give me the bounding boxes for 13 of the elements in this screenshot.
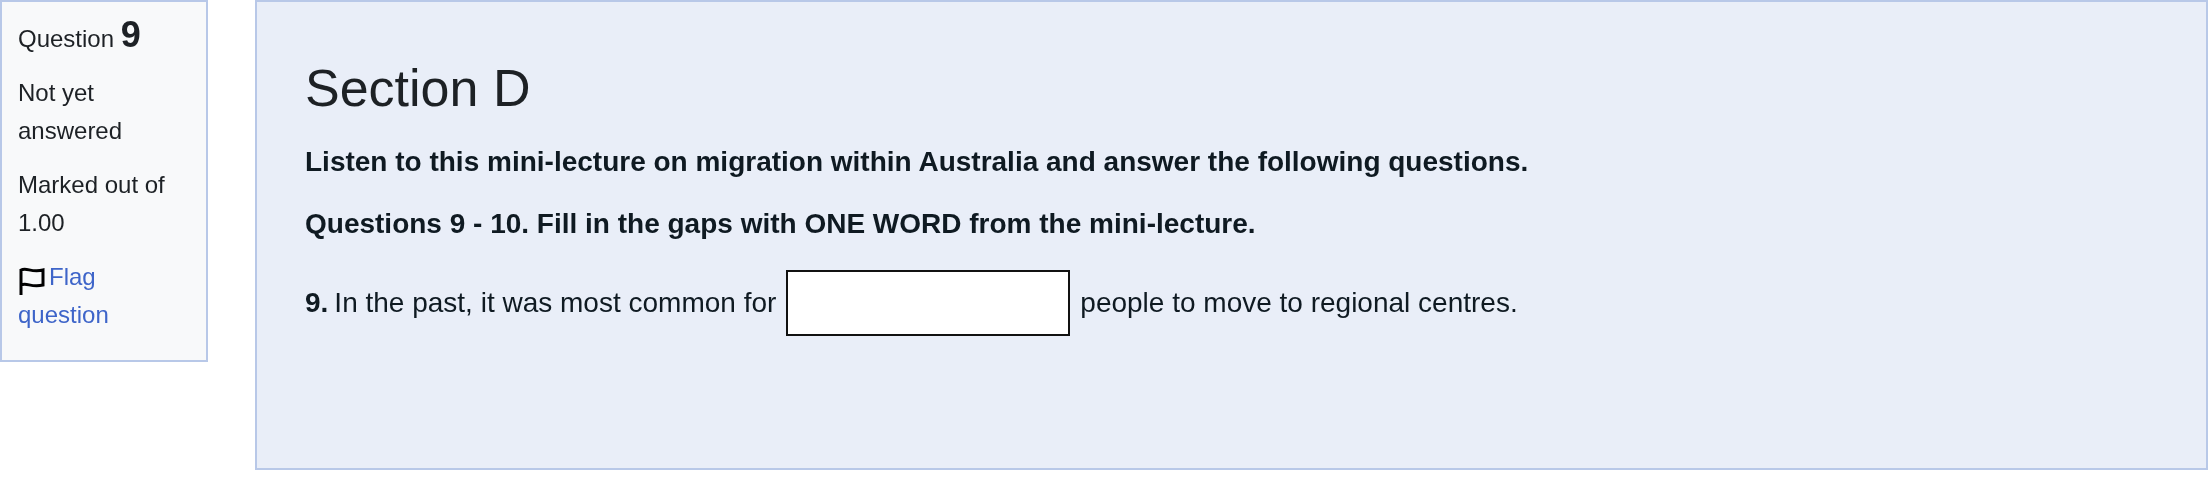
- marks-text: Marked out of 1.00: [18, 170, 166, 238]
- question-number: 9.: [305, 287, 329, 319]
- flag-question-link[interactable]: Flag question: [18, 258, 190, 334]
- instruction-text: Questions 9 - 10. Fill in the gaps with ONE WORD from the mini-lecture.: [305, 208, 1257, 240]
- question-text: In the past, it was most common for: [334, 287, 777, 319]
- instruction-text: Listen to this mini-lecture on migration within Australia and answer the following questions.: [305, 146, 1530, 178]
- status-text: Not yet answered: [18, 78, 124, 146]
- question-text: people to move to regional centres.: [1080, 287, 1518, 319]
- answer-box[interactable]: [786, 270, 1071, 336]
- section-title: Section D: [305, 58, 532, 118]
- flag-icon[interactable]: [18, 266, 46, 296]
- question-number: 9: [120, 14, 141, 55]
- question-label: Question: [18, 25, 115, 52]
